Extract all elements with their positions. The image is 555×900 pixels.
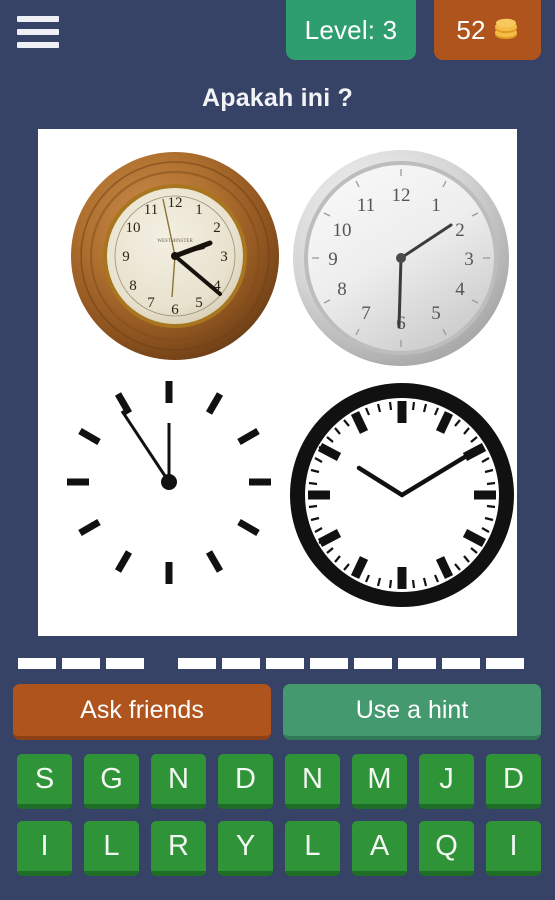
svg-text:2: 2: [213, 220, 221, 236]
svg-text:5: 5: [195, 295, 203, 311]
answer-slots: [0, 652, 555, 674]
svg-text:3: 3: [220, 249, 228, 265]
use-hint-button[interactable]: Use a hint: [283, 684, 541, 740]
minimal-wall-clock: [52, 367, 286, 613]
svg-text:10: 10: [126, 220, 141, 236]
svg-text:11: 11: [144, 202, 158, 218]
letter-key-d-0-7[interactable]: D: [486, 754, 541, 809]
svg-text:12: 12: [168, 195, 183, 211]
svg-text:7: 7: [147, 295, 155, 311]
answer-blank[interactable]: [266, 657, 304, 669]
letter-key-d-0-3[interactable]: D: [218, 754, 273, 809]
wooden-wall-clock: 12 1 23 45 67 89 10 11 WESTMINSTER: [60, 137, 290, 375]
letter-key-n-0-4[interactable]: N: [285, 754, 340, 809]
letter-key-y-1-3[interactable]: Y: [218, 821, 273, 876]
svg-text:9: 9: [122, 249, 130, 265]
letter-key-i-1-7[interactable]: I: [486, 821, 541, 876]
answer-blank[interactable]: [354, 657, 392, 669]
svg-text:8: 8: [129, 278, 137, 294]
svg-text:2: 2: [455, 220, 465, 241]
letter-key-q-1-6[interactable]: Q: [419, 821, 474, 876]
header-bar: Level: 3 52: [0, 0, 555, 62]
answer-blank[interactable]: [222, 657, 260, 669]
coin-stack-icon: [493, 17, 519, 46]
grey-wall-clock: 12 1 23 45 67 89 10 11: [288, 145, 514, 371]
answer-blank[interactable]: [486, 657, 524, 669]
hamburger-menu-icon[interactable]: [17, 16, 59, 48]
svg-text:12: 12: [392, 185, 411, 206]
coins-value: 52: [456, 14, 486, 45]
letter-key-n-0-2[interactable]: N: [151, 754, 206, 809]
use-hint-label: Use a hint: [355, 695, 469, 724]
coins-badge[interactable]: 52: [434, 0, 541, 60]
answer-blank[interactable]: [18, 657, 56, 669]
letter-key-j-0-6[interactable]: J: [419, 754, 474, 809]
svg-text:6: 6: [171, 302, 179, 318]
svg-text:4: 4: [455, 279, 465, 300]
letter-key-g-0-1[interactable]: G: [84, 754, 139, 809]
ask-friends-button[interactable]: Ask friends: [13, 684, 271, 740]
svg-text:3: 3: [464, 249, 474, 270]
letter-key-r-1-2[interactable]: R: [151, 821, 206, 876]
letter-key-l-1-1[interactable]: L: [84, 821, 139, 876]
menu-bar-1: [17, 16, 59, 22]
action-buttons: Ask friends Use a hint: [0, 684, 555, 744]
question-text: Apakah ini ?: [201, 84, 354, 112]
letter-keyboard: SGNDNMJDILRYLAQI: [0, 754, 555, 888]
svg-text:WESTMINSTER: WESTMINSTER: [157, 239, 193, 244]
answer-blank[interactable]: [62, 657, 100, 669]
answer-word-gap: [150, 658, 172, 669]
answer-blank[interactable]: [398, 657, 436, 669]
svg-text:1: 1: [431, 195, 441, 216]
letter-key-a-1-5[interactable]: A: [352, 821, 407, 876]
menu-bar-2: [17, 29, 59, 35]
game-screen: Level: 3 52 Apakah ini ? 12 1 2 3 4 5 6 …: [0, 0, 555, 900]
letter-key-l-1-4[interactable]: L: [285, 821, 340, 876]
svg-text:1: 1: [195, 202, 203, 218]
svg-text:10: 10: [333, 220, 352, 241]
key-row-2: ILRYLAQI: [0, 821, 555, 876]
ask-friends-label: Ask friends: [80, 695, 204, 724]
answer-blank[interactable]: [178, 657, 216, 669]
level-label: Level: 3: [304, 14, 398, 45]
blackwhite-wall-clock: [286, 379, 517, 611]
svg-text:11: 11: [357, 195, 375, 216]
svg-text:5: 5: [431, 303, 441, 324]
letter-key-i-1-0[interactable]: I: [17, 821, 72, 876]
svg-text:9: 9: [328, 249, 338, 270]
answer-blank[interactable]: [442, 657, 480, 669]
answer-blank[interactable]: [106, 657, 144, 669]
key-row-1: SGNDNMJD: [0, 754, 555, 809]
clock-collage: 12 1 23 45 67 89 10 11 WESTMINSTER 12 1 …: [38, 129, 517, 636]
puzzle-image-panel: 12 1 23 45 67 89 10 11 WESTMINSTER 12 1 …: [38, 129, 517, 636]
letter-key-s-0-0[interactable]: S: [17, 754, 72, 809]
menu-bar-3: [17, 42, 59, 48]
svg-text:8: 8: [337, 279, 347, 300]
level-badge: Level: 3: [286, 0, 416, 60]
answer-blank[interactable]: [310, 657, 348, 669]
svg-text:7: 7: [361, 303, 371, 324]
letter-key-m-0-5[interactable]: M: [352, 754, 407, 809]
